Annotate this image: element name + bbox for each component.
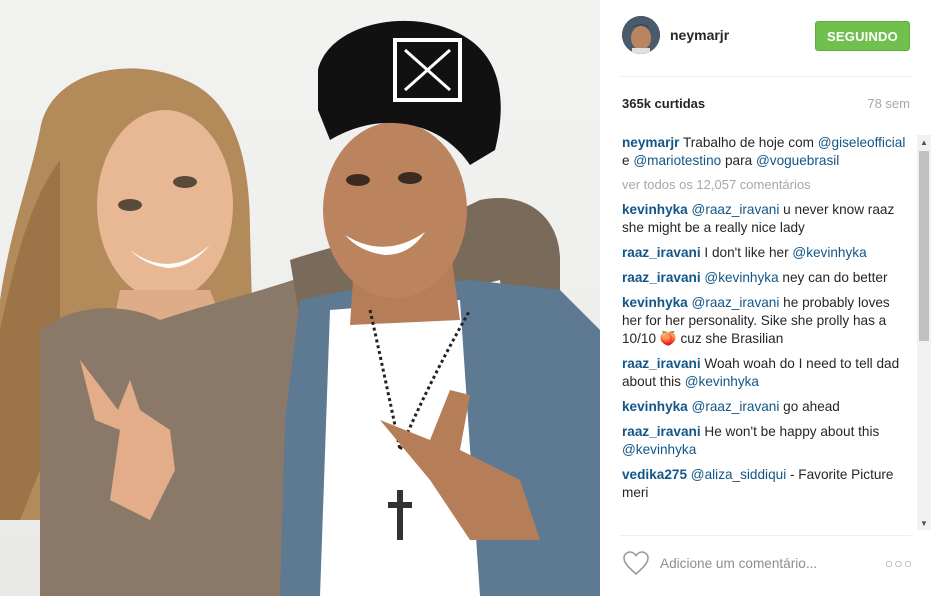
caption-username[interactable]: neymarjr — [622, 135, 679, 150]
comment-item: kevinhyka @raaz_iravani go ahead — [622, 398, 908, 416]
comment-username[interactable]: kevinhyka — [622, 399, 688, 414]
comment-item: raaz_iravani Woah woah do I need to tell… — [622, 355, 908, 391]
post-image-illustration — [0, 20, 600, 596]
post-time[interactable]: 78 sem — [867, 96, 910, 111]
post-stats: 365k curtidas 78 sem — [622, 96, 910, 114]
header-divider — [620, 76, 911, 77]
comment-item: kevinhyka @raaz_iravani he probably love… — [622, 294, 908, 348]
comment-item: raaz_iravani He won't be happy about thi… — [622, 423, 908, 459]
caption-text: Trabalho de hoje com — [682, 135, 814, 150]
mention-link[interactable]: @voguebrasil — [756, 153, 839, 168]
comment-username[interactable]: raaz_iravani — [622, 356, 701, 371]
comment-text: He won't be happy about this — [704, 424, 880, 439]
comment-input[interactable] — [660, 552, 870, 574]
heart-icon[interactable] — [622, 550, 650, 576]
more-options-icon[interactable]: ○○○ — [884, 554, 914, 572]
mention-link[interactable]: @kevinhyka — [685, 374, 759, 389]
comment-item: vedika275 @aliza_siddiqui - Favorite Pic… — [622, 466, 908, 502]
scroll-down-arrow-icon[interactable]: ▼ — [917, 516, 931, 530]
caption-text: e — [622, 153, 630, 168]
comment-item: raaz_iravani @kevinhyka ney can do bette… — [622, 269, 908, 287]
caption: neymarjr Trabalho de hoje com @giseleoff… — [622, 134, 908, 170]
post-header: neymarjr SEGUINDO — [600, 0, 931, 72]
comments-scrollbar[interactable]: ▲ ▼ — [917, 135, 931, 530]
comment-username[interactable]: raaz_iravani — [622, 245, 701, 260]
post-photo[interactable] — [0, 0, 600, 596]
comment-text: go ahead — [783, 399, 840, 414]
footer-divider — [620, 535, 911, 536]
mention-link[interactable]: @kevinhyka — [792, 245, 866, 260]
comment-username[interactable]: raaz_iravani — [622, 270, 701, 285]
comment-username[interactable]: raaz_iravani — [622, 424, 701, 439]
mention-link[interactable]: @raaz_iravani — [692, 295, 780, 310]
avatar[interactable] — [622, 16, 660, 54]
mention-link[interactable]: @kevinhyka — [622, 442, 696, 457]
comment-text: ney can do better — [782, 270, 888, 285]
caption-text: para — [724, 153, 753, 168]
comment-username[interactable]: kevinhyka — [622, 202, 688, 217]
view-all-comments-link[interactable]: ver todos os 12,057 comentários — [622, 176, 908, 194]
following-button[interactable]: SEGUINDO — [815, 21, 910, 51]
comment-username[interactable]: vedika275 — [622, 467, 687, 482]
comment-text: I don't like her — [704, 245, 789, 260]
mention-link[interactable]: @aliza_siddiqui — [691, 467, 786, 482]
post-footer: ○○○ — [600, 540, 931, 590]
avatar-image — [622, 16, 660, 54]
scroll-thumb[interactable] — [919, 151, 929, 341]
comment-item: raaz_iravani I don't like her @kevinhyka — [622, 244, 908, 262]
comment-item: kevinhyka @raaz_iravani u never know raa… — [622, 201, 908, 237]
mention-link[interactable]: @raaz_iravani — [692, 202, 780, 217]
mention-link[interactable]: @kevinhyka — [704, 270, 778, 285]
likes-count[interactable]: 365k curtidas — [622, 96, 705, 111]
mention-link[interactable]: @giseleofficial — [818, 135, 906, 150]
comment-username[interactable]: kevinhyka — [622, 295, 688, 310]
comments-list[interactable]: neymarjr Trabalho de hoje com @giseleoff… — [622, 134, 908, 529]
mention-link[interactable]: @mariotestino — [633, 153, 721, 168]
mention-link[interactable]: @raaz_iravani — [692, 399, 780, 414]
scroll-up-arrow-icon[interactable]: ▲ — [917, 135, 931, 149]
username-link[interactable]: neymarjr — [670, 27, 729, 43]
